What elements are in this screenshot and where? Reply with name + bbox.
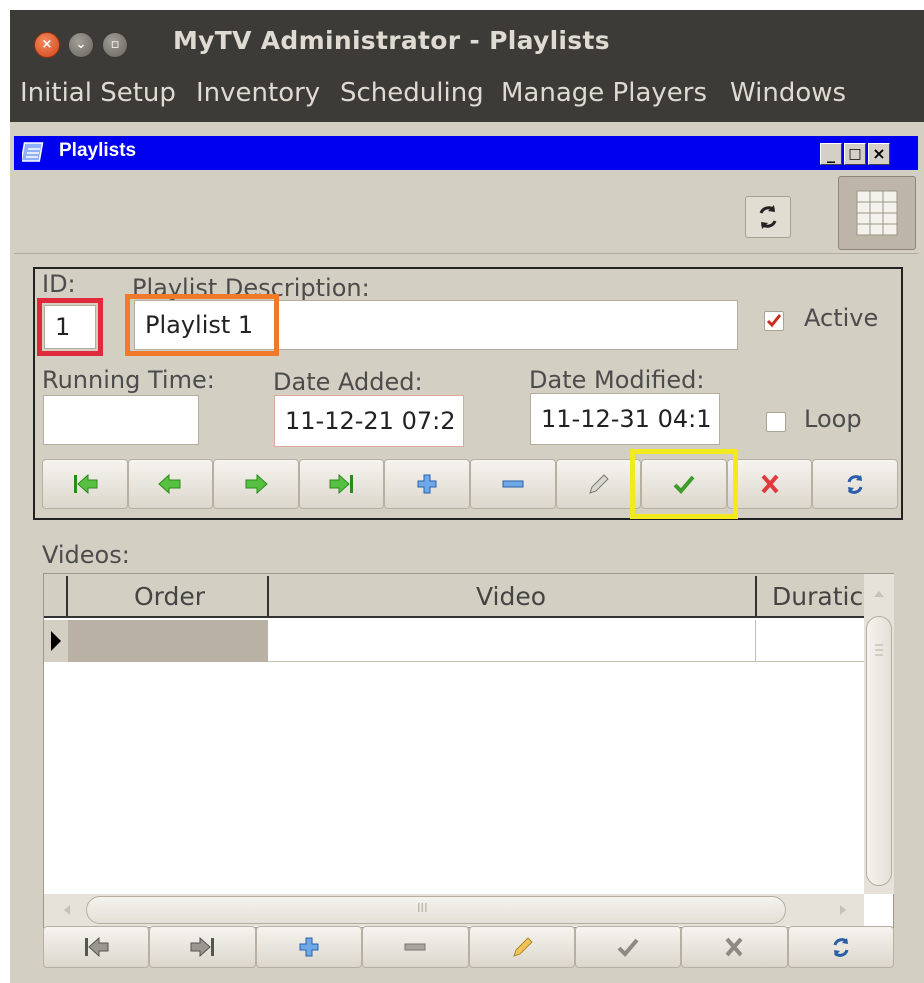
- next-record-button[interactable]: [213, 459, 299, 509]
- minimize-icon: ⌄: [75, 37, 87, 52]
- first-record-icon: [85, 936, 109, 958]
- videos-delete-button[interactable]: [362, 926, 469, 968]
- menu-item-initial-setup[interactable]: Initial Setup: [20, 78, 176, 108]
- prior-record-icon: [158, 473, 181, 495]
- date-modified-field[interactable]: 11-12-31 04:1: [530, 393, 720, 445]
- videos-navigator: [43, 926, 894, 968]
- videos-insert-button[interactable]: [255, 926, 363, 968]
- menu-item-windows[interactable]: Windows: [730, 78, 846, 108]
- next-record-icon: [245, 473, 268, 495]
- form-icon: [22, 142, 44, 162]
- date-modified-label: Date Modified:: [529, 366, 705, 394]
- videos-cancel-button[interactable]: [681, 926, 788, 968]
- last-record-icon: [190, 936, 214, 958]
- description-highlight: [125, 294, 279, 356]
- running-time-label: Running Time:: [42, 366, 215, 394]
- grip-icon: [875, 644, 883, 656]
- maximize-icon: □: [848, 146, 862, 162]
- close-icon: ×: [872, 144, 886, 163]
- videos-post-button[interactable]: [574, 926, 682, 968]
- cell-separator: [755, 620, 756, 662]
- videos-first-button[interactable]: [43, 926, 150, 968]
- refresh-icon: [759, 205, 777, 229]
- insert-record-button[interactable]: [384, 459, 470, 509]
- inner-close-button[interactable]: ×: [868, 143, 890, 165]
- horizontal-scroll-thumb[interactable]: III: [86, 896, 786, 924]
- column-header-order[interactable]: Order: [134, 582, 205, 611]
- maximize-icon: ▫: [110, 37, 120, 52]
- vertical-scroll-thumb[interactable]: [866, 616, 892, 886]
- window-maximize-button[interactable]: ▫: [102, 32, 128, 58]
- column-separator: [66, 576, 68, 616]
- first-record-icon: [73, 473, 98, 495]
- delete-icon: [502, 480, 524, 488]
- insert-icon: [299, 937, 319, 957]
- inner-minimize-button[interactable]: _: [820, 143, 842, 165]
- loop-checkbox[interactable]: [766, 412, 786, 432]
- row-indicator: [44, 620, 68, 662]
- running-time-field[interactable]: [43, 395, 199, 445]
- active-label: Active: [804, 304, 879, 332]
- grid-view-button[interactable]: [838, 176, 916, 250]
- loop-label: Loop: [804, 405, 862, 433]
- playlist-navigator: [42, 459, 898, 509]
- cancel-icon: [761, 474, 779, 494]
- refresh-icon: [847, 475, 863, 494]
- edit-icon: [589, 474, 610, 494]
- videos-label: Videos:: [42, 541, 130, 569]
- menu-item-manage-players[interactable]: Manage Players: [501, 78, 707, 108]
- grid-icon: [856, 190, 898, 236]
- current-row-arrow-icon: [51, 631, 61, 651]
- date-added-field[interactable]: 11-12-21 07:2: [274, 395, 464, 447]
- window-titlebar: × ⌄ ▫ MyTV Administrator - Playlists: [10, 10, 924, 72]
- minimize-icon: _: [827, 144, 835, 163]
- last-record-icon: [329, 473, 353, 495]
- menu-bar: Initial Setup Inventory Scheduling Manag…: [10, 72, 924, 122]
- window-minimize-button[interactable]: ⌄: [68, 32, 94, 58]
- close-icon: ×: [41, 37, 53, 52]
- last-record-button[interactable]: [298, 459, 385, 509]
- column-separator: [755, 576, 757, 616]
- cancel-record-button[interactable]: [726, 459, 813, 509]
- delete-icon: [404, 943, 426, 951]
- videos-prior-button[interactable]: [149, 926, 256, 968]
- videos-refresh-button[interactable]: [787, 926, 894, 968]
- delete-record-button[interactable]: [469, 459, 556, 509]
- insert-icon: [417, 474, 437, 494]
- column-header-duration[interactable]: Duratic: [772, 582, 863, 611]
- id-label: ID:: [42, 270, 76, 298]
- playlists-titlebar: Playlists _ □ ×: [14, 136, 918, 170]
- checkmark-icon: [766, 314, 782, 328]
- column-header-video[interactable]: Video: [476, 582, 546, 611]
- playlists-title: Playlists: [59, 140, 137, 161]
- cancel-icon: [725, 937, 743, 957]
- refresh-icon: [833, 938, 849, 957]
- videos-edit-button[interactable]: [468, 926, 575, 968]
- refresh-record-button[interactable]: [812, 459, 898, 509]
- edit-record-button[interactable]: [555, 459, 642, 509]
- window-close-button[interactable]: ×: [34, 32, 60, 58]
- first-record-button[interactable]: [42, 459, 128, 509]
- active-checkbox[interactable]: [764, 311, 784, 331]
- window-title: MyTV Administrator - Playlists: [173, 26, 610, 55]
- date-added-label: Date Added:: [273, 368, 423, 396]
- column-separator: [267, 576, 269, 616]
- order-cell[interactable]: [68, 620, 268, 662]
- menu-item-inventory[interactable]: Inventory: [196, 78, 320, 108]
- edit-icon: [512, 937, 533, 957]
- menu-item-scheduling[interactable]: Scheduling: [340, 78, 484, 108]
- prior-record-button[interactable]: [127, 459, 214, 509]
- scroll-grip-text: III: [417, 901, 428, 915]
- inner-maximize-button[interactable]: □: [844, 143, 866, 165]
- post-button-highlight: [630, 449, 738, 519]
- id-highlight: [37, 298, 103, 356]
- refresh-button[interactable]: [745, 196, 791, 238]
- post-icon: [617, 938, 639, 957]
